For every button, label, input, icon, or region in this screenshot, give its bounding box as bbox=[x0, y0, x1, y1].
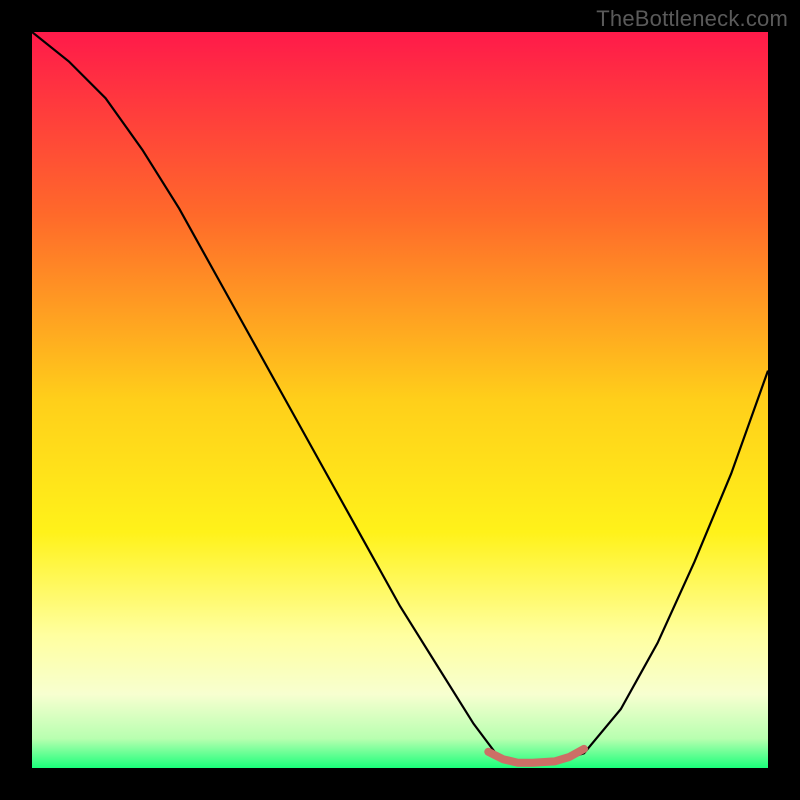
chart-svg bbox=[32, 32, 768, 768]
chart-plot-area bbox=[32, 32, 768, 768]
watermark-text: TheBottleneck.com bbox=[596, 6, 788, 32]
chart-background bbox=[32, 32, 768, 768]
